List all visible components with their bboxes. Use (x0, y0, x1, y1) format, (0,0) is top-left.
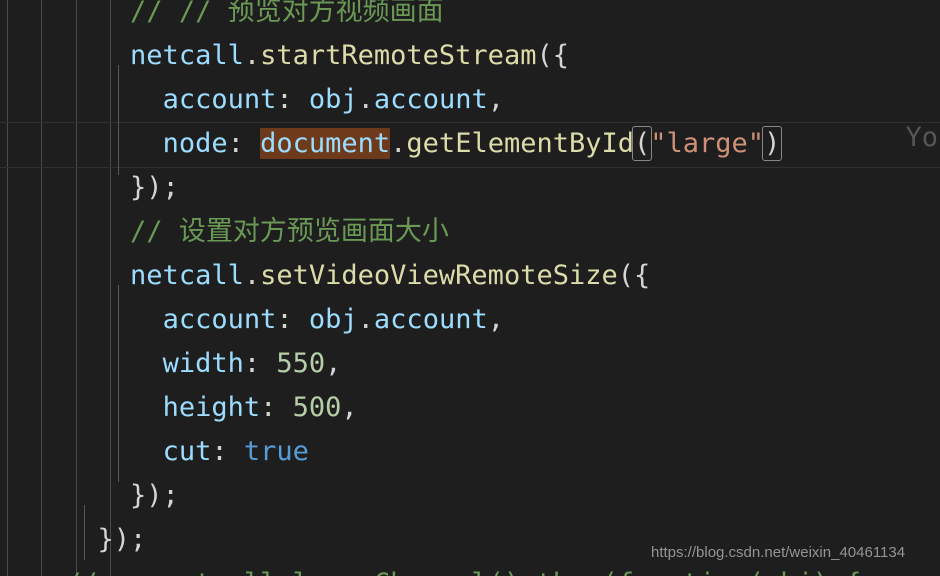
code-token-comment: // 设置对方预览画面大小 (130, 216, 449, 247)
code-token-punc: { (634, 260, 651, 291)
code-token-number: 550 (276, 348, 326, 379)
code-token-punc: . (390, 128, 407, 159)
code-token-punc: { (552, 40, 569, 71)
code-token-var: cut (162, 436, 212, 467)
code-line[interactable]: height: 500, (0, 386, 940, 430)
code-line[interactable]: netcall.startRemoteStream({ (0, 34, 940, 78)
code-token-punc: . (243, 260, 261, 291)
code-token-punc: : (227, 128, 261, 159)
code-token-var: account (373, 84, 488, 115)
code-token-punc: , (487, 304, 504, 335)
code-token-comment: // netcall.leaveChannel().then(function(… (65, 568, 862, 576)
code-token-var: account (162, 84, 277, 115)
code-line[interactable]: }); (0, 518, 940, 562)
code-token-punc: , (341, 392, 358, 423)
code-token-func: setVideoViewRemoteSize (260, 260, 618, 291)
code-token-var: document (260, 128, 391, 159)
code-token-var: obj (308, 84, 358, 115)
code-token-punc: }); (130, 172, 179, 203)
code-line[interactable]: }); (0, 474, 940, 518)
code-token-punc: : (276, 84, 309, 115)
code-line[interactable]: netcall.setVideoViewRemoteSize({ (0, 254, 940, 298)
code-token-string: "large" (650, 128, 765, 159)
code-token-punc: , (487, 84, 504, 115)
code-line[interactable]: account: obj.account, (0, 298, 940, 342)
code-token-func: startRemoteStream (260, 40, 537, 71)
code-token-punc: ( (617, 260, 634, 291)
code-token-punc: ( (536, 40, 553, 71)
code-token-var: node (162, 128, 228, 159)
code-line[interactable]: node: document.getElementById("large") (0, 122, 940, 168)
code-line[interactable]: // netcall.leaveChannel().then(function(… (0, 562, 940, 576)
code-token-number: 500 (292, 392, 342, 423)
code-token-punc: , (325, 348, 342, 379)
code-token-comment: // // 预览对方视频画面 (130, 0, 444, 27)
code-line[interactable]: }); (0, 166, 940, 210)
code-token-var: account (373, 304, 488, 335)
code-line[interactable]: cut: true (0, 430, 940, 474)
code-token-punc: ) (762, 126, 783, 161)
code-token-punc: . (243, 40, 261, 71)
code-token-var: width (162, 348, 244, 379)
code-token-var: netcall (130, 260, 244, 291)
code-token-punc: }); (130, 480, 179, 511)
code-token-var: account (162, 304, 277, 335)
code-line[interactable]: // 设置对方预览画面大小 (0, 210, 940, 254)
code-token-punc: : (276, 304, 309, 335)
code-token-punc: . (357, 84, 374, 115)
code-token-punc: ( (631, 126, 653, 161)
code-token-var: netcall (130, 40, 244, 71)
code-line[interactable]: width: 550, (0, 342, 940, 386)
code-line[interactable]: account: obj.account, (0, 78, 940, 122)
code-token-punc: . (357, 304, 374, 335)
code-token-keyword: true (243, 436, 309, 467)
code-content[interactable]: // // 预览对方视频画面 netcall.startRemoteStream… (0, 0, 940, 576)
code-token-punc: : (211, 436, 244, 467)
code-token-punc: }); (97, 524, 147, 555)
code-token-var: obj (308, 304, 358, 335)
code-token-func: getElementById (406, 128, 634, 159)
code-token-punc: : (260, 392, 293, 423)
code-token-punc: : (243, 348, 277, 379)
code-line[interactable]: // // 预览对方视频画面 (0, 0, 940, 34)
code-token-var: height (162, 392, 261, 423)
code-editor[interactable]: // // 预览对方视频画面 netcall.startRemoteStream… (0, 0, 940, 576)
